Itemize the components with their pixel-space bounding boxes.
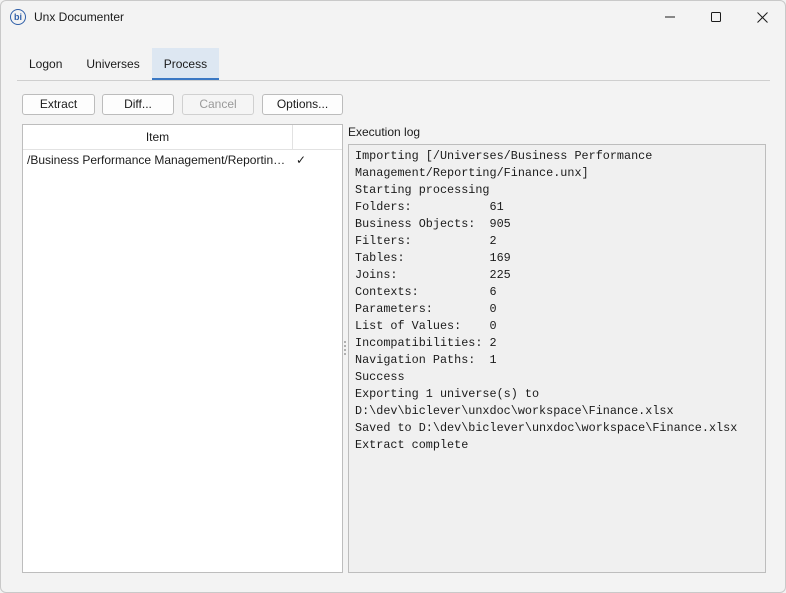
log-line: Business Objects: 905 [355, 217, 511, 231]
grip-dot [344, 341, 346, 343]
log-line: Saved to D:\dev\biclever\unxdoc\workspac… [355, 421, 738, 435]
bi-logo-icon: bi [10, 9, 26, 25]
options-button[interactable]: Options... [262, 94, 343, 115]
tab-process[interactable]: Process [151, 48, 220, 80]
grip-dot [344, 345, 346, 347]
tab-universes[interactable]: Universes [74, 48, 151, 80]
title-bar[interactable]: bi Unx Documenter [1, 1, 785, 33]
window-title: Unx Documenter [34, 10, 125, 24]
log-line: Contexts: 6 [355, 285, 497, 299]
tab-divider [17, 80, 770, 81]
item-status: ✓ [296, 153, 307, 167]
log-line: Management/Reporting/Finance.unx] [355, 166, 589, 180]
minimize-icon [665, 16, 675, 18]
panel-splitter[interactable] [343, 339, 347, 357]
log-line: Extract complete [355, 438, 469, 452]
extract-button[interactable]: Extract [22, 94, 95, 115]
log-line: D:\dev\biclever\unxdoc\workspace\Finance… [355, 404, 674, 418]
tab-bar: Logon Universes Process [17, 48, 220, 80]
column-header-status[interactable] [293, 125, 342, 149]
log-line: Success [355, 370, 405, 384]
log-line: Folders: 61 [355, 200, 504, 214]
log-line: Incompatibilities: 2 [355, 336, 497, 350]
log-line: Parameters: 0 [355, 302, 497, 316]
tab-logon[interactable]: Logon [17, 48, 74, 80]
maximize-icon [711, 12, 721, 22]
grip-dot [344, 353, 346, 355]
app-window: bi Unx Documenter Logon Universes Proces… [0, 0, 786, 593]
cancel-button[interactable]: Cancel [182, 94, 254, 115]
maximize-button[interactable] [693, 1, 739, 33]
log-line: Starting processing [355, 183, 490, 197]
item-list[interactable]: Item /Business Performance Management/Re… [22, 124, 343, 573]
log-line: Exporting 1 universe(s) to [355, 387, 540, 401]
log-line: Filters: 2 [355, 234, 497, 248]
list-header: Item [23, 125, 342, 150]
log-line: List of Values: 0 [355, 319, 497, 333]
log-line: Tables: 169 [355, 251, 511, 265]
log-line: Navigation Paths: 1 [355, 353, 497, 367]
list-item[interactable]: /Business Performance Management/Reporti… [23, 150, 342, 170]
close-button[interactable] [739, 1, 785, 33]
log-line: Importing [/Universes/Business Performan… [355, 149, 653, 163]
minimize-button[interactable] [647, 1, 693, 33]
item-path: /Business Performance Management/Reporti… [27, 153, 289, 167]
log-line: Joins: 225 [355, 268, 511, 282]
column-header-item[interactable]: Item [23, 125, 293, 149]
execution-log[interactable]: Importing [/Universes/Business Performan… [348, 144, 766, 573]
diff-button[interactable]: Diff... [102, 94, 174, 115]
execution-log-label: Execution log [348, 125, 421, 139]
close-icon [756, 11, 768, 23]
grip-dot [344, 349, 346, 351]
